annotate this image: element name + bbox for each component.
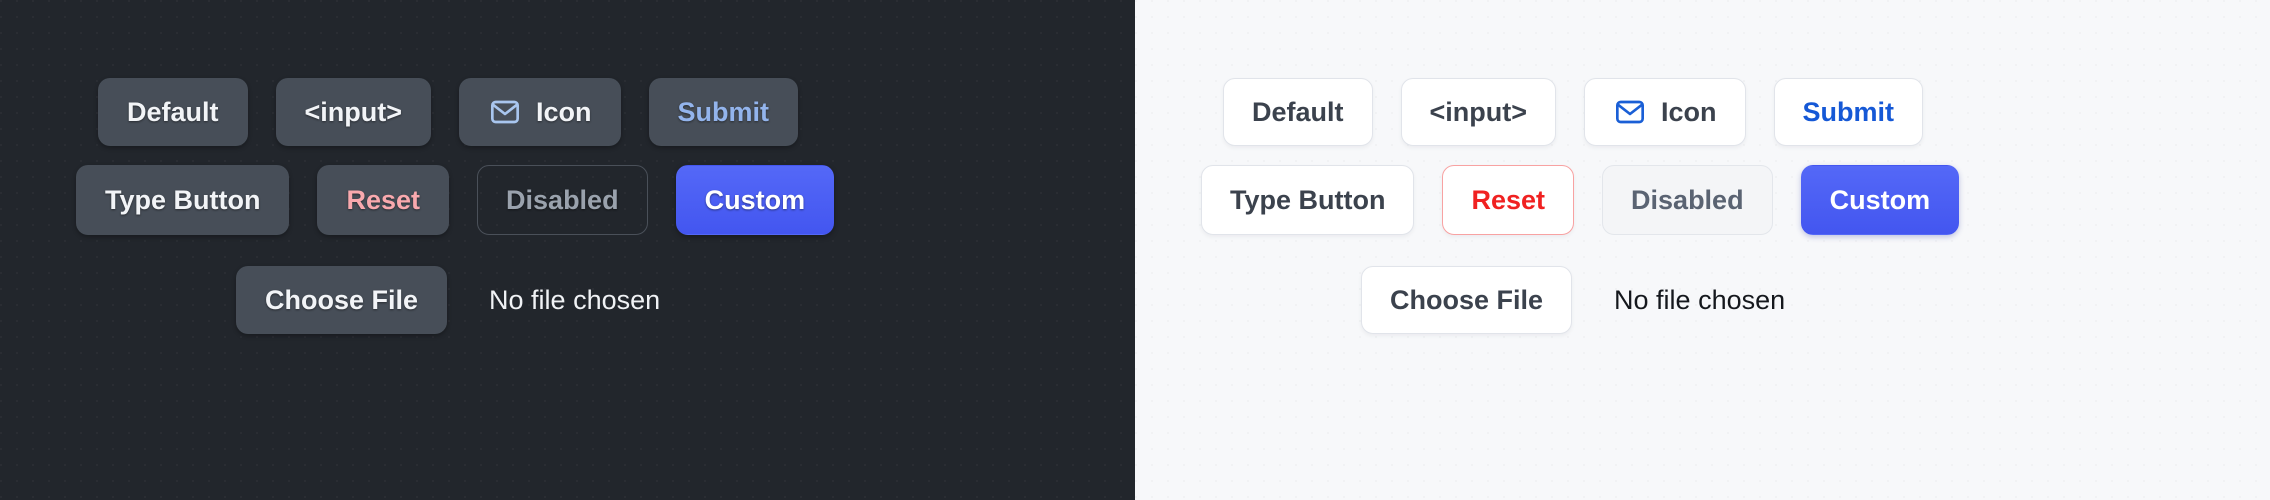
button-default-dark[interactable]: Default — [98, 78, 248, 146]
button-reset-light[interactable]: Reset — [1442, 165, 1575, 235]
button-label: <input> — [304, 96, 403, 127]
theme-comparison-split: Default <input> Icon Submit Type Button … — [0, 0, 2270, 500]
light-file-input-row: Choose File No file chosen — [1135, 264, 2270, 336]
button-submit-light[interactable]: Submit — [1773, 78, 1924, 146]
button-icon-dark[interactable]: Icon — [459, 78, 621, 146]
button-input-dark[interactable]: <input> — [275, 78, 432, 146]
choose-file-button-light[interactable]: Choose File — [1361, 266, 1573, 334]
button-label: Disabled — [506, 184, 619, 215]
light-secondary-button-row: Type Button Reset Disabled Custom — [1135, 164, 2270, 236]
button-label: Type Button — [1230, 184, 1386, 215]
button-label: Reset — [346, 184, 421, 215]
dark-theme-panel: Default <input> Icon Submit Type Button … — [0, 0, 1135, 500]
button-type-button-light[interactable]: Type Button — [1201, 165, 1415, 235]
button-input-light[interactable]: <input> — [1400, 78, 1557, 146]
button-label: Choose File — [265, 284, 419, 315]
button-label: Reset — [1471, 184, 1546, 215]
file-status-text-light: No file chosen — [1614, 284, 1786, 315]
button-custom-dark[interactable]: Custom — [675, 165, 835, 235]
button-label: Custom — [1829, 184, 1931, 215]
button-label: Custom — [704, 184, 806, 215]
envelope-icon — [488, 95, 522, 129]
button-disabled-dark: Disabled — [477, 165, 648, 235]
file-status-text-dark: No file chosen — [489, 284, 661, 315]
button-label: Default — [127, 96, 219, 127]
light-theme-panel: Default <input> Icon Submit Type Button … — [1135, 0, 2270, 500]
button-icon-light[interactable]: Icon — [1584, 78, 1746, 146]
light-primary-button-row: Default <input> Icon Submit — [1135, 76, 2270, 148]
button-label: Icon — [536, 96, 592, 127]
envelope-icon — [1613, 95, 1647, 129]
button-label: Submit — [1802, 96, 1895, 127]
button-label: <input> — [1429, 96, 1528, 127]
button-custom-light[interactable]: Custom — [1800, 165, 1960, 235]
button-label: Icon — [1661, 96, 1717, 127]
button-label: Type Button — [105, 184, 261, 215]
dark-primary-button-row: Default <input> Icon Submit — [0, 76, 1135, 148]
button-disabled-light: Disabled — [1602, 165, 1773, 235]
button-default-light[interactable]: Default — [1223, 78, 1373, 146]
button-type-button-dark[interactable]: Type Button — [76, 165, 290, 235]
choose-file-button-dark[interactable]: Choose File — [236, 266, 448, 334]
dark-file-input-row: Choose File No file chosen — [0, 264, 1135, 336]
button-submit-dark[interactable]: Submit — [648, 78, 799, 146]
button-reset-dark[interactable]: Reset — [317, 165, 450, 235]
button-label: Submit — [677, 96, 770, 127]
button-label: Choose File — [1390, 284, 1544, 315]
button-label: Default — [1252, 96, 1344, 127]
button-label: Disabled — [1631, 184, 1744, 215]
dark-secondary-button-row: Type Button Reset Disabled Custom — [0, 164, 1135, 236]
